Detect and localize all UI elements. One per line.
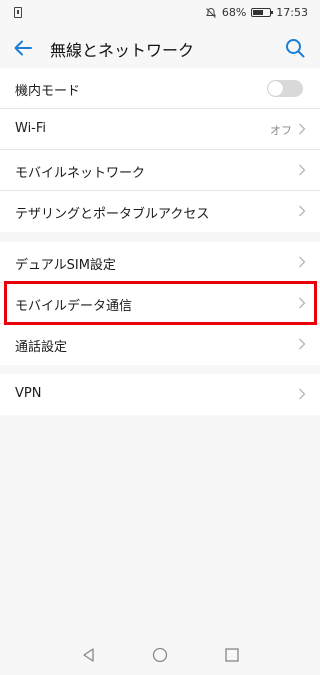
nav-recents-icon[interactable]: [224, 647, 240, 663]
mobile-data-label: モバイルデータ通信: [15, 299, 133, 314]
airplane-mode-toggle[interactable]: [267, 80, 303, 97]
call-settings-row[interactable]: 通話設定: [0, 324, 320, 365]
airplane-mode-row[interactable]: 機内モード: [0, 68, 320, 109]
nav-back-icon[interactable]: [81, 647, 97, 663]
settings-group-network: 機内モード Wi-Fi オフ モバイルネットワーク テザリングとポータブルアクセ…: [0, 68, 320, 232]
settings-group-vpn: VPN: [0, 374, 320, 415]
battery-icon: [251, 8, 274, 17]
app-bar: 無線とネットワーク: [0, 28, 320, 68]
page-title: 無線とネットワーク: [50, 41, 195, 60]
airplane-mode-label: 機内モード: [15, 84, 81, 99]
vpn-label: VPN: [15, 386, 42, 401]
chevron-right-icon: [299, 123, 306, 135]
navigation-bar: [0, 637, 320, 675]
mobile-network-label: モバイルネットワーク: [15, 166, 146, 181]
sim-icon: [14, 7, 22, 18]
back-arrow-icon[interactable]: [12, 37, 34, 59]
chevron-right-icon: [299, 164, 306, 176]
wifi-status: オフ: [270, 124, 292, 137]
settings-group-sim: デュアルSIM設定 モバイルデータ通信 通話設定: [0, 242, 320, 365]
clock: 17:53: [276, 6, 308, 19]
mute-icon: [205, 7, 216, 18]
chevron-right-icon: [299, 297, 306, 309]
tethering-row[interactable]: テザリングとポータブルアクセス: [0, 191, 320, 232]
vpn-row[interactable]: VPN: [0, 374, 320, 415]
wifi-label: Wi-Fi: [15, 121, 47, 136]
nav-home-icon[interactable]: [152, 647, 168, 663]
mobile-network-row[interactable]: モバイルネットワーク: [0, 150, 320, 191]
chevron-right-icon: [299, 388, 306, 400]
toggle-knob: [268, 81, 283, 96]
search-icon[interactable]: [284, 37, 306, 59]
mobile-data-row[interactable]: モバイルデータ通信: [0, 283, 320, 324]
call-settings-label: 通話設定: [15, 340, 68, 355]
wifi-row[interactable]: Wi-Fi オフ: [0, 109, 320, 150]
chevron-right-icon: [299, 205, 306, 217]
tethering-label: テザリングとポータブルアクセス: [15, 207, 210, 222]
status-right: 68% 17:53: [205, 6, 308, 19]
chevron-right-icon: [299, 256, 306, 268]
dual-sim-label: デュアルSIM設定: [15, 258, 116, 273]
battery-percent: 68%: [221, 6, 247, 19]
chevron-right-icon: [299, 338, 306, 350]
status-bar: 68% 17:53: [0, 0, 320, 28]
dual-sim-row[interactable]: デュアルSIM設定: [0, 242, 320, 283]
